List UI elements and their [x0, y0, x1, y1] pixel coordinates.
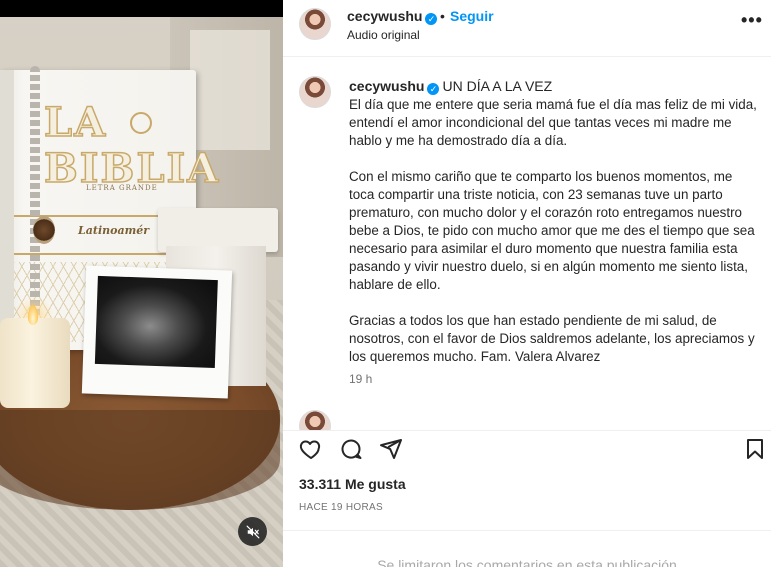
post-detail-panel: cecywushu ✓ • Seguir Audio original ••• c…	[283, 0, 771, 567]
author-name-row: cecywushu ✓	[347, 8, 438, 26]
comments-scroll-area[interactable]: cecywushu ✓ UN DÍA A LA VEZ El día que me …	[283, 58, 771, 430]
ultrasound-image	[94, 275, 218, 369]
rosary-medal	[33, 216, 55, 244]
separator-dot: •	[440, 8, 445, 24]
verified-badge-icon: ✓	[427, 83, 440, 95]
caption-body: El día que me entere que seria mamá fue …	[349, 97, 757, 364]
share-icon[interactable]	[379, 437, 403, 461]
bible-edition: Latinoamér	[78, 224, 150, 237]
avatar[interactable]	[299, 8, 331, 40]
like-count[interactable]: 33.311 Me gusta	[299, 476, 406, 492]
bookmark-icon[interactable]	[743, 437, 767, 461]
comments-limited-text: Se limitaron los comentarios en esta pub…	[377, 557, 677, 567]
caption-title: UN DÍA A LA VEZ	[442, 78, 553, 94]
verified-badge-icon: ✓	[425, 13, 438, 25]
window-light	[190, 30, 270, 150]
author-username[interactable]: cecywushu	[347, 8, 422, 24]
comment-icon[interactable]	[339, 437, 363, 461]
media-top-bar	[0, 0, 283, 17]
post-header: cecywushu ✓ • Seguir Audio original •••	[283, 0, 771, 57]
caption-avatar[interactable]	[299, 76, 331, 108]
bible-subtitle: LETRA GRANDE	[86, 184, 158, 192]
post-date: HACE 19 HORAS	[299, 502, 383, 513]
ultrasound-photo	[81, 265, 233, 399]
heart-icon[interactable]	[299, 437, 323, 461]
caption-timestamp[interactable]: 19 h	[349, 372, 372, 386]
bible-title: LA BIBLIA	[43, 99, 221, 193]
next-comment-partial	[299, 410, 769, 430]
candle	[0, 318, 70, 408]
caption-username[interactable]: cecywushu	[349, 78, 424, 94]
action-bar	[283, 430, 771, 466]
post-media[interactable]: LA BIBLIA LETRA GRANDE Latinoamér	[0, 0, 283, 567]
comment-avatar[interactable]	[299, 410, 331, 430]
comments-limited-footer: Se limitaron los comentarios en esta pub…	[283, 530, 771, 567]
follow-button[interactable]: Seguir	[450, 8, 494, 24]
bible-spine	[0, 70, 14, 350]
audio-muted-icon	[246, 525, 259, 538]
more-options-icon[interactable]: •••	[741, 10, 763, 31]
candle-flame	[28, 305, 38, 325]
audio-label[interactable]: Audio original	[347, 28, 420, 42]
caption-header: cecywushu ✓ UN DÍA A LA VEZ	[349, 78, 552, 95]
mute-button[interactable]	[238, 517, 267, 546]
